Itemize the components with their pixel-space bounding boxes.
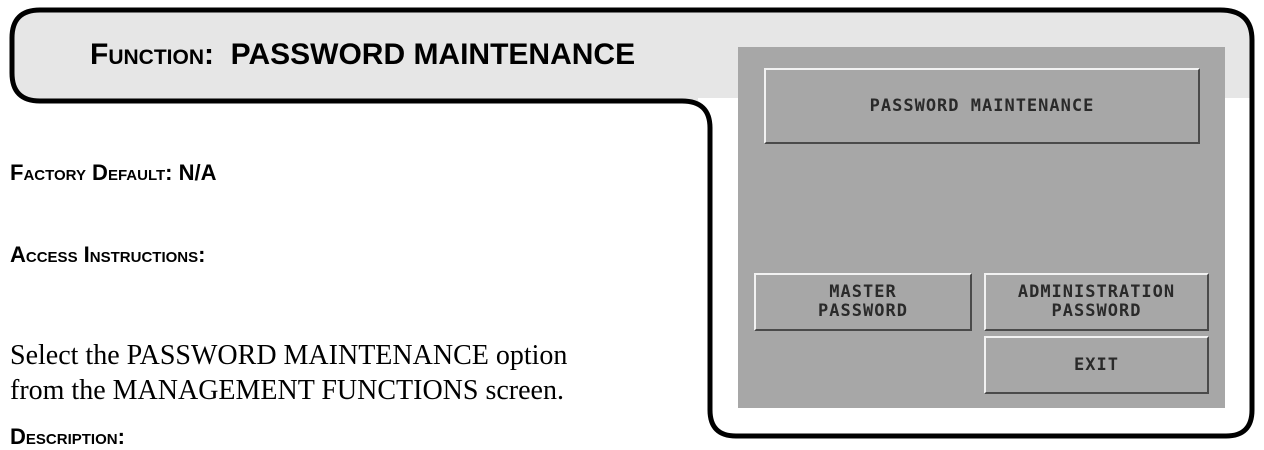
- atm-screen: PASSWORD MAINTENANCE MASTER PASSWORD ADM…: [738, 47, 1225, 408]
- password-maintenance-button[interactable]: PASSWORD MAINTENANCE: [764, 68, 1200, 144]
- access-instructions-text: Select the PASSWORD MAINTENANCE option f…: [10, 338, 567, 408]
- function-value: PASSWORD MAINTENANCE: [230, 38, 636, 71]
- function-label: Function:: [90, 38, 214, 71]
- instruction-line-2: from the MANAGEMENT FUNCTIONS screen.: [10, 375, 564, 406]
- administration-password-button[interactable]: ADMINISTRATION PASSWORD: [984, 273, 1209, 331]
- description-heading: Description:: [10, 424, 125, 449]
- factory-default-label: Factory Default:: [10, 160, 173, 185]
- instruction-line-1: Select the PASSWORD MAINTENANCE option: [10, 340, 568, 371]
- factory-default-value: N/A: [178, 160, 217, 185]
- factory-default-heading: Factory Default: N/A: [10, 160, 217, 186]
- access-instructions-heading: Access Instructions:: [10, 242, 206, 267]
- function-header: Function: PASSWORD MAINTENANCE: [90, 38, 635, 72]
- master-password-button[interactable]: MASTER PASSWORD: [754, 273, 972, 331]
- exit-button[interactable]: EXIT: [984, 336, 1209, 394]
